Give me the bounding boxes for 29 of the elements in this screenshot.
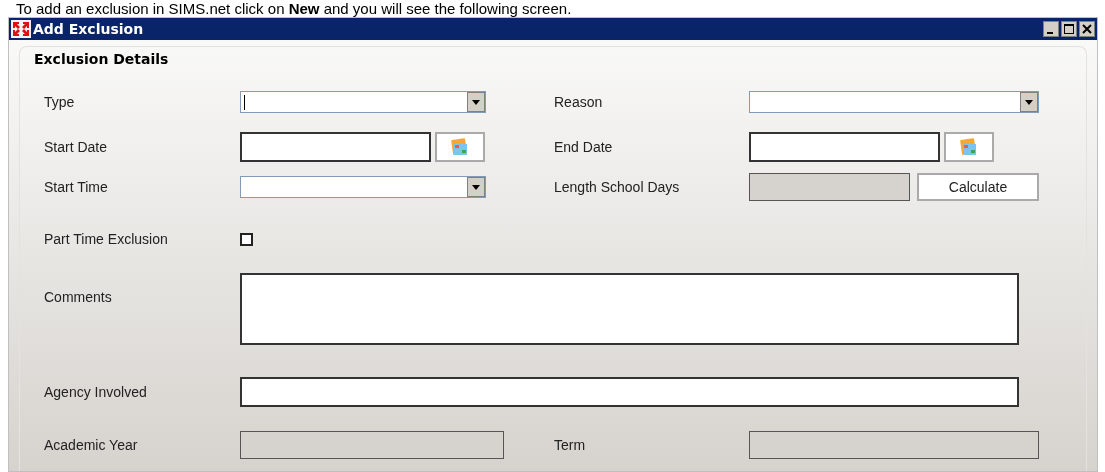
- comments-field[interactable]: [240, 273, 1019, 345]
- field-label: Part Time Exclusion: [43, 229, 169, 249]
- field-label: Reason: [554, 92, 604, 112]
- field-label: Start Time: [43, 177, 109, 197]
- close-button[interactable]: [1079, 21, 1095, 37]
- app-icon: [11, 20, 31, 38]
- section-title: Exclusion Details: [34, 50, 170, 67]
- dropdown[interactable]: [240, 176, 486, 198]
- window-title: Add Exclusion: [33, 19, 144, 39]
- field-label: Agency Involved: [43, 382, 148, 402]
- checkbox[interactable]: [240, 232, 253, 246]
- field-label: Academic Year: [43, 435, 139, 455]
- maximize-button[interactable]: [1061, 21, 1077, 37]
- calendar-icon: [450, 137, 470, 157]
- field-label: End Date: [554, 137, 614, 157]
- calculate-button[interactable]: Calculate: [917, 173, 1039, 201]
- field-label: Term: [554, 435, 587, 455]
- dropdown[interactable]: [240, 91, 486, 113]
- field-label: Type: [43, 92, 76, 112]
- calendar-icon: [959, 137, 979, 157]
- intro-text: To add an exclusion in SIMS.net click on New and you will see the following screen.: [15, 0, 573, 17]
- field-label: Length School Days: [554, 177, 681, 197]
- text-field[interactable]: [240, 377, 1019, 407]
- date-field[interactable]: [749, 132, 940, 162]
- field-label: Start Date: [43, 137, 109, 157]
- minimize-button[interactable]: [1043, 21, 1059, 37]
- date-field[interactable]: [240, 132, 431, 162]
- field-label: Comments: [43, 288, 113, 307]
- dropdown[interactable]: [749, 91, 1039, 113]
